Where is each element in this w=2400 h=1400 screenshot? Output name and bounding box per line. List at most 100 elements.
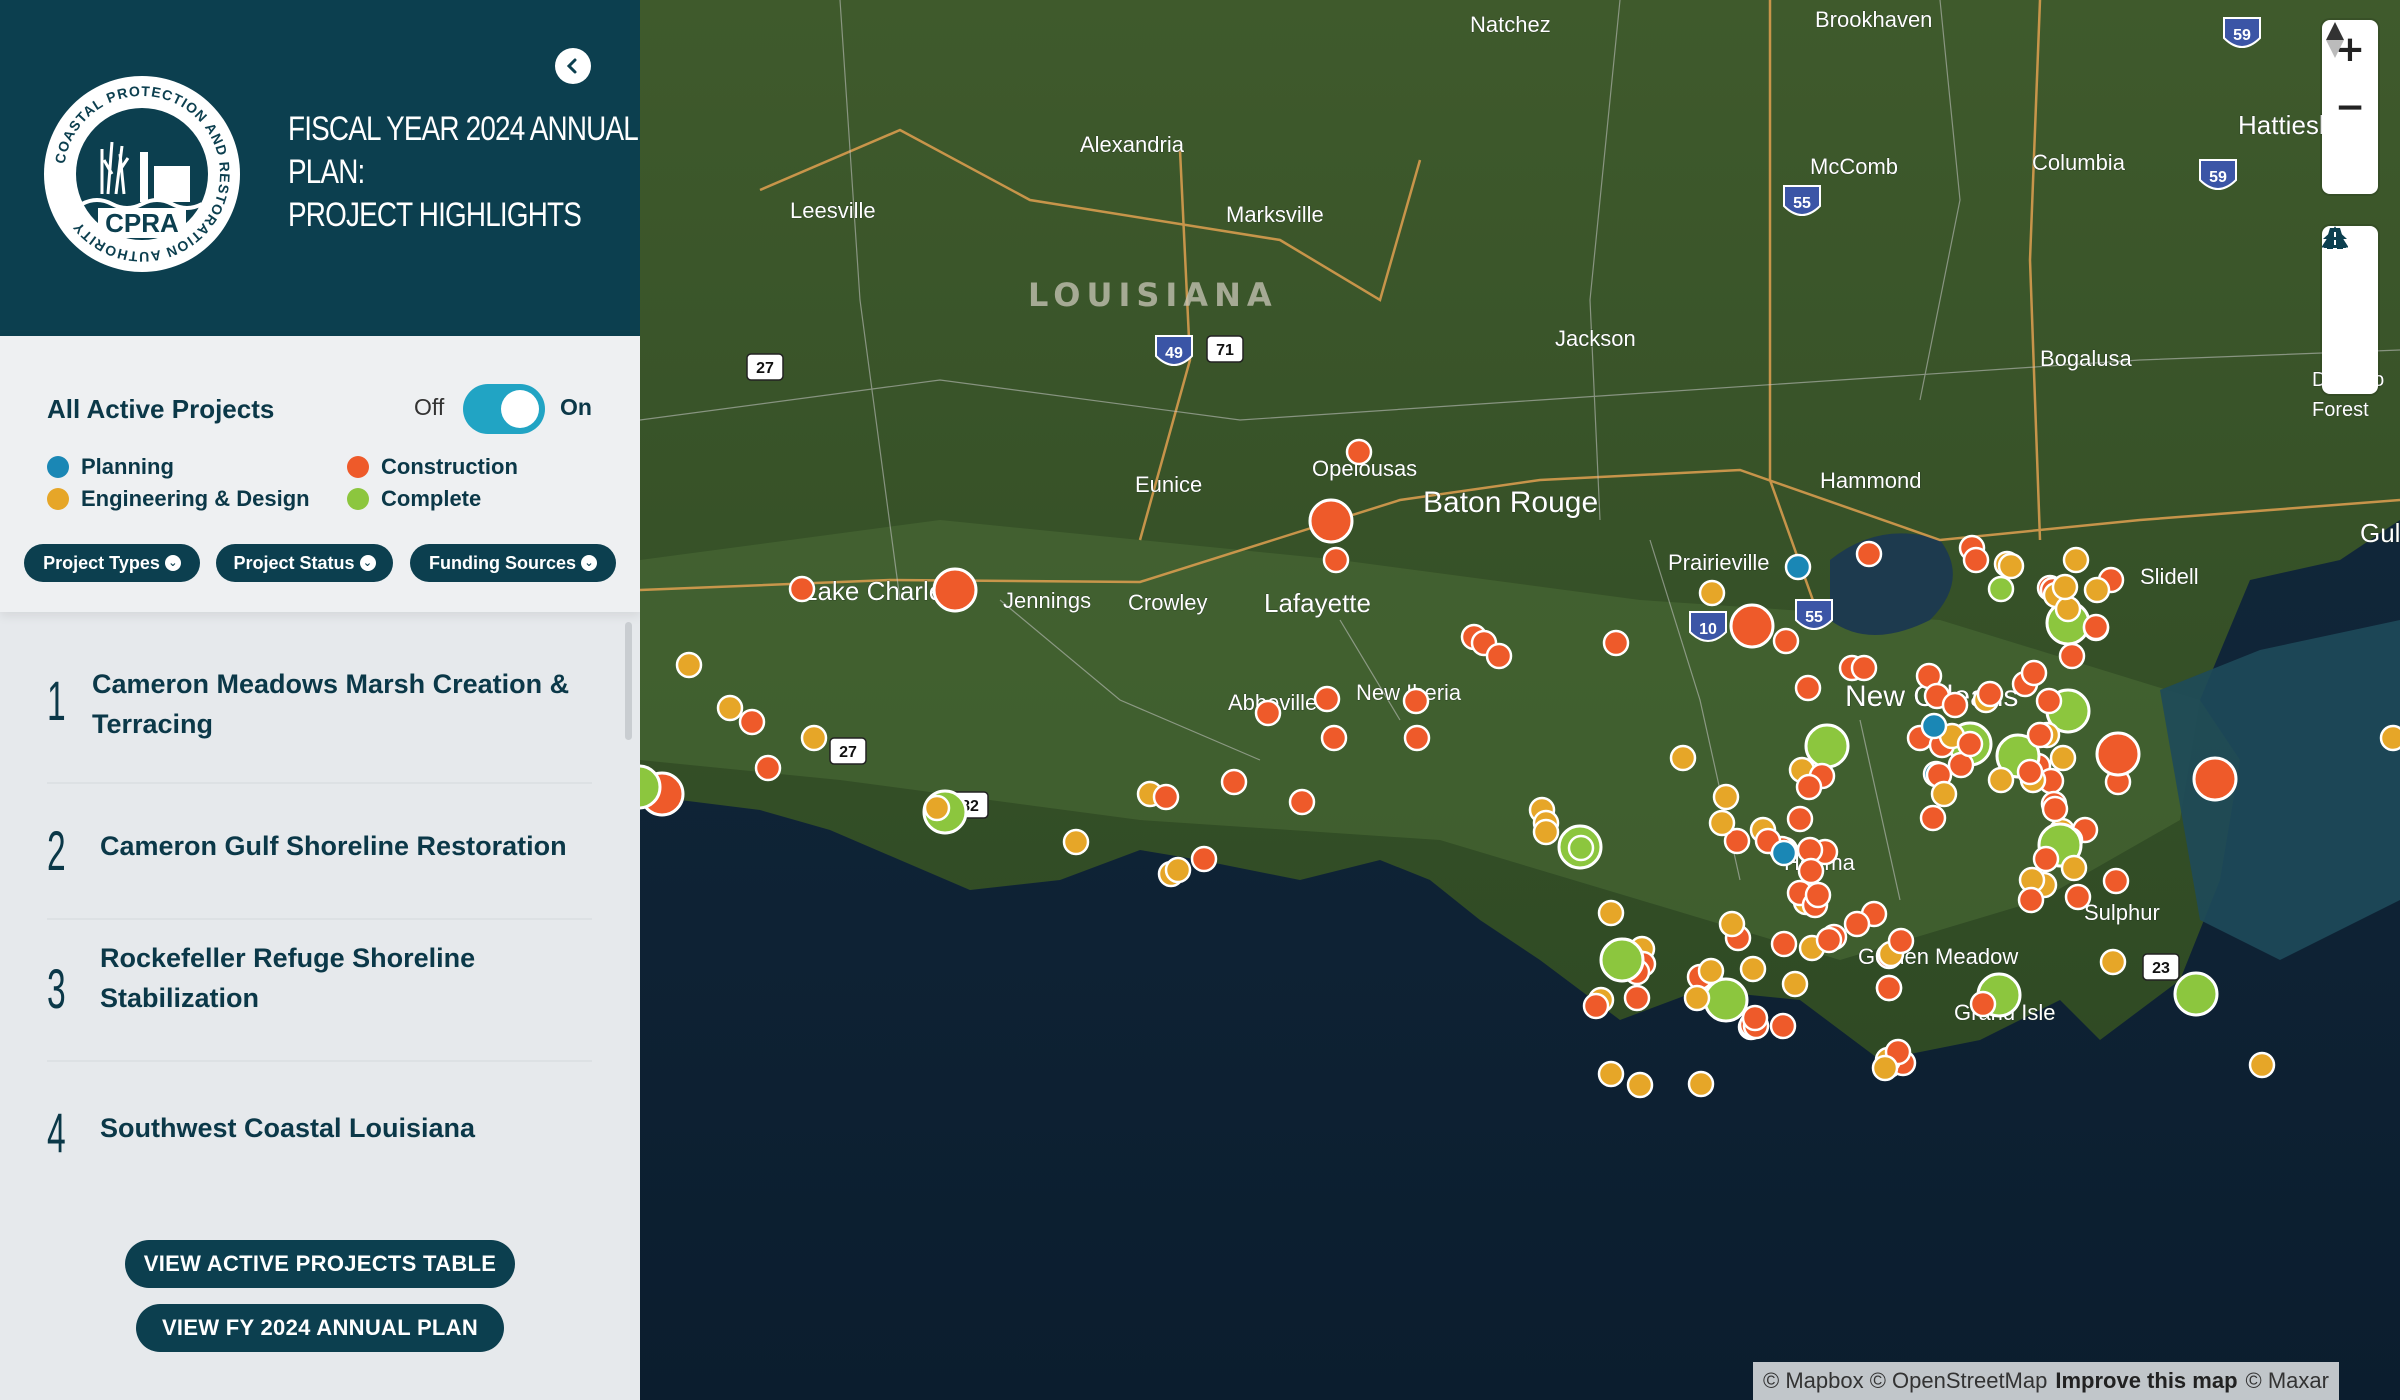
project-marker[interactable] — [2026, 721, 2054, 749]
project-item-3[interactable]: 3 Rockefeller Refuge Shoreline Stabiliza… — [47, 920, 592, 1062]
project-marker[interactable] — [1769, 1012, 1797, 1040]
project-marker[interactable] — [1941, 691, 1969, 719]
satellite-map[interactable]: ManyNatchezBrookhavenHattiesburgorestAle… — [640, 0, 2400, 1400]
collapse-sidebar-button[interactable] — [555, 48, 591, 84]
mapbox-attribution[interactable]: © Mapbox — [1763, 1368, 1864, 1394]
project-list-scrollbar[interactable] — [625, 622, 632, 740]
project-marker[interactable] — [1871, 1054, 1899, 1082]
project-marker[interactable] — [1320, 724, 1348, 752]
project-marker[interactable] — [1288, 788, 1316, 816]
project-marker[interactable] — [1532, 818, 1560, 846]
project-marker[interactable] — [1599, 937, 1645, 983]
project-marker[interactable] — [1920, 712, 1948, 740]
project-marker[interactable] — [675, 651, 703, 679]
project-marker[interactable] — [1345, 438, 1373, 466]
project-marker[interactable] — [2083, 576, 2111, 604]
project-marker[interactable] — [1718, 910, 1746, 938]
project-marker[interactable] — [2379, 724, 2400, 752]
project-marker[interactable] — [1976, 680, 2004, 708]
project-marker[interactable] — [1597, 899, 1625, 927]
project-marker[interactable] — [1804, 723, 1850, 769]
project-marker[interactable] — [1729, 603, 1775, 649]
project-marker[interactable] — [2192, 756, 2238, 802]
project-marker[interactable] — [1683, 984, 1711, 1012]
project-marker[interactable] — [1772, 627, 1800, 655]
project-marker[interactable] — [1850, 654, 1878, 682]
project-marker[interactable] — [1308, 498, 1354, 544]
project-marker[interactable] — [1322, 546, 1350, 574]
project-marker[interactable] — [1786, 805, 1814, 833]
project-marker[interactable] — [2035, 687, 2063, 715]
project-marker[interactable] — [800, 724, 828, 752]
project-marker[interactable] — [2082, 613, 2110, 641]
project-marker[interactable] — [1712, 783, 1740, 811]
project-marker[interactable] — [1855, 540, 1883, 568]
project-marker[interactable] — [1930, 780, 1958, 808]
project-marker[interactable] — [1254, 699, 1282, 727]
project-item-1[interactable]: 1 Cameron Meadows Marsh Creation & Terra… — [47, 652, 592, 784]
project-marker[interactable] — [1784, 553, 1812, 581]
project-marker[interactable] — [2016, 758, 2044, 786]
project-marker[interactable] — [1697, 957, 1725, 985]
project-marker[interactable] — [754, 754, 782, 782]
project-marker[interactable] — [1962, 546, 1990, 574]
project-marker[interactable] — [1741, 1004, 1769, 1032]
project-marker[interactable] — [1220, 768, 1248, 796]
project-marker[interactable] — [2020, 659, 2048, 687]
project-marker[interactable] — [923, 794, 951, 822]
project-marker[interactable] — [1152, 783, 1180, 811]
project-marker[interactable] — [1797, 857, 1825, 885]
project-marker[interactable] — [1485, 642, 1513, 670]
funding-sources-filter[interactable]: Funding Sources ⌄ — [410, 544, 616, 582]
maxar-attribution[interactable]: © Maxar — [2246, 1368, 2329, 1394]
layers-button[interactable] — [2322, 228, 2378, 394]
project-marker[interactable] — [1708, 809, 1736, 837]
project-marker[interactable] — [1062, 828, 1090, 856]
project-marker[interactable] — [1804, 881, 1832, 909]
project-marker[interactable] — [2051, 573, 2079, 601]
project-marker[interactable] — [2099, 948, 2127, 976]
project-marker[interactable] — [1997, 552, 2025, 580]
project-marker[interactable] — [1843, 910, 1871, 938]
project-marker[interactable] — [1567, 834, 1595, 862]
project-marker[interactable] — [2064, 883, 2092, 911]
map-view[interactable]: ManyNatchezBrookhavenHattiesburgorestAle… — [640, 0, 2400, 1400]
project-marker[interactable] — [1190, 845, 1218, 873]
osm-attribution[interactable]: © OpenStreetMap — [1870, 1368, 2048, 1394]
project-item-2[interactable]: 2 Cameron Gulf Shoreline Restoration — [47, 784, 592, 920]
project-marker[interactable] — [1795, 773, 1823, 801]
project-marker[interactable] — [1919, 804, 1947, 832]
project-marker[interactable] — [2058, 642, 2086, 670]
project-marker[interactable] — [2062, 546, 2090, 574]
project-marker[interactable] — [1698, 579, 1726, 607]
project-marker[interactable] — [716, 694, 744, 722]
project-marker[interactable] — [2041, 795, 2069, 823]
project-marker[interactable] — [738, 708, 766, 736]
project-marker[interactable] — [1770, 930, 1798, 958]
view-active-projects-table-button[interactable]: VIEW ACTIVE PROJECTS TABLE — [125, 1240, 515, 1288]
project-item-4[interactable]: 4 Southwest Coastal Louisiana — [47, 1062, 592, 1192]
project-marker[interactable] — [2173, 971, 2219, 1017]
project-marker[interactable] — [1969, 990, 1997, 1018]
project-marker[interactable] — [1739, 955, 1767, 983]
project-marker[interactable] — [2060, 854, 2088, 882]
project-marker[interactable] — [1794, 674, 1822, 702]
project-marker[interactable] — [1582, 992, 1610, 1020]
project-marker[interactable] — [1602, 629, 1630, 657]
project-marker[interactable] — [788, 575, 816, 603]
project-marker[interactable] — [1597, 1060, 1625, 1088]
terrain-button[interactable] — [2322, 226, 2378, 338]
project-marker[interactable] — [1781, 970, 1809, 998]
improve-map-link[interactable]: Improve this map — [2055, 1368, 2237, 1394]
project-marker[interactable] — [1669, 744, 1697, 772]
project-marker[interactable] — [1626, 1071, 1654, 1099]
project-marker[interactable] — [2017, 886, 2045, 914]
project-marker[interactable] — [1875, 974, 1903, 1002]
project-marker[interactable] — [1987, 766, 2015, 794]
project-marker[interactable] — [2049, 744, 2077, 772]
project-marker[interactable] — [932, 567, 978, 613]
project-marker[interactable] — [1313, 685, 1341, 713]
project-marker[interactable] — [2032, 845, 2060, 873]
project-marker[interactable] — [1887, 927, 1915, 955]
project-marker[interactable] — [1770, 839, 1798, 867]
